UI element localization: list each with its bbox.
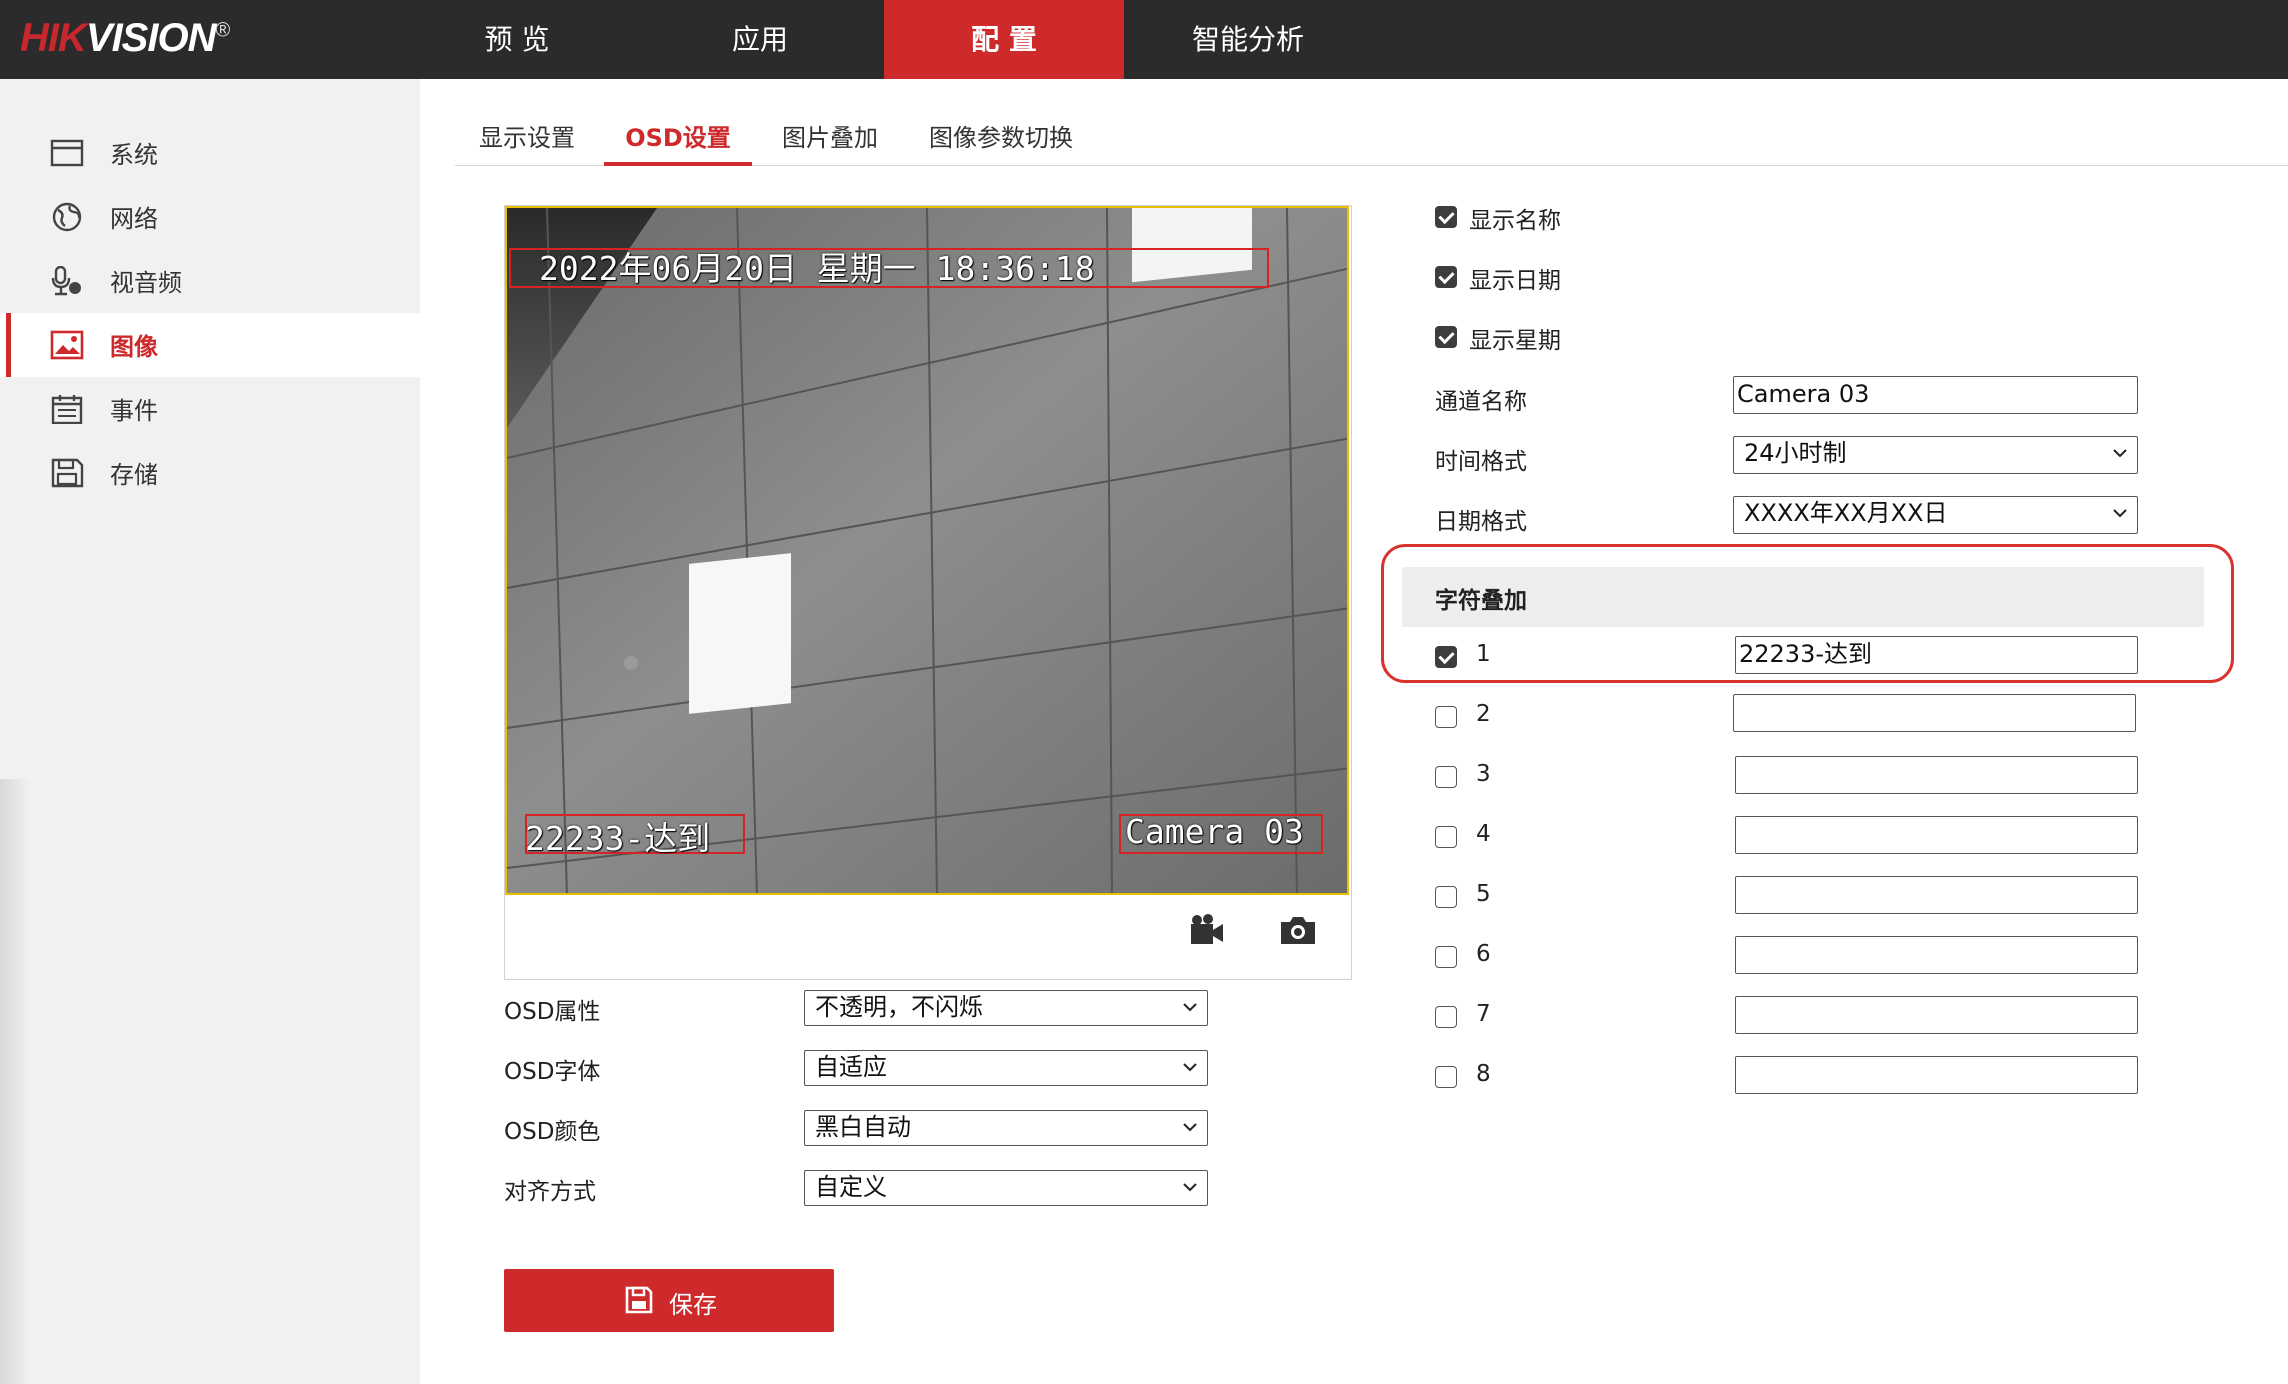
overlay-3-input[interactable] [1735,756,2138,794]
overlay-5-checkbox[interactable] [1435,886,1457,908]
tab-image-param-switch[interactable]: 图像参数切换 [916,118,1086,166]
overlay-6-input[interactable] [1735,936,2138,974]
osd-font-select[interactable]: 自适应 [804,1050,1208,1086]
image-icon [50,330,84,360]
osd-overlay1-text: 22233-达到 [525,819,711,858]
show-name-label: 显示名称 [1469,208,1561,234]
sidebar-item-label: 网络 [110,205,158,233]
osd-color-select[interactable]: 黑白自动 [804,1110,1208,1146]
chevron-down-icon [1183,1183,1197,1192]
osd-attr-select[interactable]: 不透明，不闪烁 [804,990,1208,1026]
time-format-select[interactable]: 24小时制 [1733,436,2138,474]
tab-picture-overlay[interactable]: 图片叠加 [768,118,892,166]
overlay-4-checkbox[interactable] [1435,826,1457,848]
nav-configuration[interactable]: 配 置 [884,0,1124,79]
annotation-highlight [1381,544,2234,683]
date-format-select[interactable]: XXXX年XX月XX日 [1733,496,2138,534]
nav-application[interactable]: 应用 [680,0,840,79]
sidebar-item-label: 系统 [110,141,158,169]
sidebar-item-network[interactable]: 网络 [0,185,420,249]
chevron-down-icon [1183,1063,1197,1072]
chevron-down-icon [1183,1123,1197,1132]
overlay-7-checkbox[interactable] [1435,1006,1457,1028]
sidebar-item-audio-video[interactable]: 视音频 [0,249,420,313]
date-format-label: 日期格式 [1435,509,1527,535]
show-name-checkbox[interactable] [1435,206,1457,228]
tab-osd-settings[interactable]: OSD设置 [604,118,752,166]
overlay-8-number: 8 [1476,1061,1491,1087]
show-date-checkbox[interactable] [1435,266,1457,288]
hikvision-logo: HIKVISION® [20,16,230,60]
overlay-2-checkbox[interactable] [1435,706,1457,728]
osd-align-select[interactable]: 自定义 [804,1170,1208,1206]
nav-smart-analysis[interactable]: 智能分析 [1168,0,1328,79]
tab-display-settings[interactable]: 显示设置 [465,118,589,166]
sidebar-item-label: 事件 [110,397,158,425]
ceiling-scene [507,208,1347,893]
osd-align-label: 对齐方式 [504,1179,596,1205]
system-icon [50,139,84,167]
network-icon [52,202,82,232]
chevron-down-icon [1183,1003,1197,1012]
osd-font-label: OSD字体 [504,1059,601,1085]
overlay-2-input[interactable] [1733,694,2136,732]
sidebar-item-system[interactable]: 系统 [0,121,420,185]
storage-icon [51,458,84,488]
overlay-8-input[interactable] [1735,1056,2138,1094]
overlay-8-checkbox[interactable] [1435,1066,1457,1088]
overlay-4-input[interactable] [1735,816,2138,854]
overlay-3-checkbox[interactable] [1435,766,1457,788]
osd-color-label: OSD颜色 [504,1119,601,1145]
save-icon [625,1286,653,1314]
overlay-3-number: 3 [1476,761,1491,787]
overlay-6-number: 6 [1476,941,1491,967]
sidebar-item-image[interactable]: 图像 [0,313,420,377]
overlay-6-checkbox[interactable] [1435,946,1457,968]
snapshot-icon[interactable] [1278,912,1318,948]
show-date-label: 显示日期 [1469,268,1561,294]
time-format-label: 时间格式 [1435,449,1527,475]
show-week-label: 显示星期 [1469,328,1561,354]
overlay-7-input[interactable] [1735,996,2138,1034]
overlay-5-number: 5 [1476,881,1491,907]
overlay-7-number: 7 [1476,1001,1491,1027]
show-week-checkbox[interactable] [1435,326,1457,348]
event-icon [51,395,83,424]
record-icon[interactable] [1187,912,1227,948]
overlay-4-number: 4 [1476,821,1491,847]
osd-channel-text: Camera 03 [1125,812,1304,851]
sidebar-item-label: 图像 [110,333,158,361]
channel-name-label: 通道名称 [1435,389,1527,415]
sidebar-item-event[interactable]: 事件 [0,377,420,441]
overlay-2-number: 2 [1476,701,1491,727]
sidebar-item-storage[interactable]: 存储 [0,441,420,505]
chevron-down-icon [2113,449,2127,458]
channel-name-input[interactable]: Camera 03 [1733,376,2138,414]
overlay-5-input[interactable] [1735,876,2138,914]
sidebar-item-label: 视音频 [110,269,182,297]
live-video[interactable]: 2022年06月20日 星期一 18:36:18 22233-达到 Camera… [505,206,1349,895]
audio-video-icon [51,266,81,296]
nav-preview[interactable]: 预 览 [437,0,597,79]
sidebar-shadow [0,779,30,1384]
sidebar-item-label: 存储 [110,461,158,489]
osd-attr-label: OSD属性 [504,999,601,1025]
chevron-down-icon [2113,509,2127,518]
top-nav-bar: HIKVISION® 预 览 应用 配 置 智能分析 [0,0,2288,79]
save-button[interactable]: 保存 [504,1269,834,1332]
osd-datetime-text: 2022年06月20日 星期一 18:36:18 [539,249,1095,288]
